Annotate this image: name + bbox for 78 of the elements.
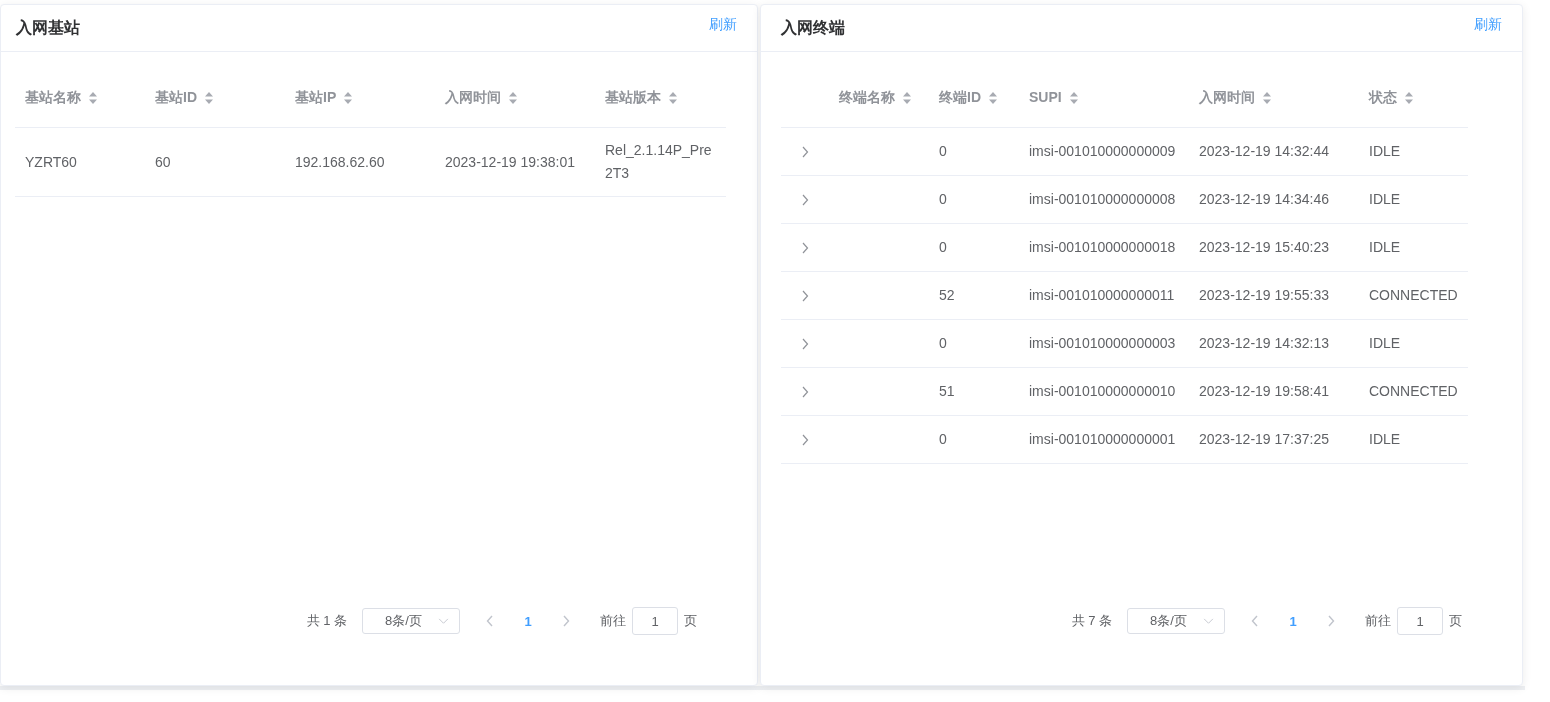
table-cell-text: 2023-12-19 17:37:25 bbox=[1199, 430, 1329, 449]
panel-title: 入网基站 bbox=[16, 17, 80, 38]
table-cell-text: 2023-12-19 14:34:46 bbox=[1199, 190, 1329, 209]
column-header[interactable]: 入网时间 bbox=[445, 86, 518, 109]
table-cell-text: 0 bbox=[939, 334, 947, 353]
table-cell-text: imsi-001010000000008 bbox=[1029, 190, 1176, 209]
table-cell-text: 2023-12-19 14:32:44 bbox=[1199, 142, 1329, 161]
page-input-field[interactable]: 1 bbox=[632, 607, 678, 635]
table-cell-text: 2023-12-19 15:40:23 bbox=[1199, 238, 1329, 257]
table-cell-text: Rel_2.1.14P_Pre2T3 bbox=[605, 141, 713, 183]
table-cell-text: 51 bbox=[939, 382, 955, 401]
table-cell-text: CONNECTED bbox=[1369, 286, 1458, 305]
table-cell-text: 2023-12-19 19:38:01 bbox=[445, 152, 575, 172]
sort-icon[interactable] bbox=[1404, 90, 1414, 105]
sort-icon[interactable] bbox=[88, 90, 98, 105]
page-number[interactable]: 1 bbox=[498, 612, 558, 630]
table-cell-text: CONNECTED bbox=[1369, 382, 1458, 401]
sort-icon[interactable] bbox=[1262, 90, 1272, 105]
column-header[interactable]: 基站名称 bbox=[25, 86, 98, 109]
page-input-field[interactable]: 1 bbox=[1397, 607, 1443, 635]
table-cell-text: imsi-001010000000011 bbox=[1029, 286, 1175, 305]
table-cell-text: 2023-12-19 14:32:13 bbox=[1199, 334, 1329, 353]
table-cell-text: IDLE bbox=[1369, 142, 1401, 161]
chevron-icon[interactable] bbox=[801, 145, 809, 158]
table-cell-text: 2023-12-19 19:55:33 bbox=[1199, 286, 1329, 305]
column-header[interactable]: 基站IP bbox=[295, 86, 354, 109]
page-suffix: 页 bbox=[1449, 612, 1462, 630]
table-cell-text: imsi-001010000000001 bbox=[1029, 430, 1176, 449]
table-cell-text: 2023-12-19 19:58:41 bbox=[1199, 382, 1329, 401]
dropdown-icon bbox=[438, 617, 449, 625]
chevron-icon[interactable] bbox=[801, 385, 809, 398]
page-size-select[interactable]: 8条/页 bbox=[1127, 608, 1225, 634]
table-cell-text: YZRT60 bbox=[25, 152, 77, 172]
page-size-select[interactable]: 8条/页 bbox=[362, 608, 460, 634]
column-header[interactable]: 基站ID bbox=[155, 86, 214, 109]
refresh-link[interactable]: 刷新 bbox=[709, 16, 737, 34]
chevron-icon[interactable] bbox=[801, 193, 809, 206]
column-header[interactable]: 终端ID bbox=[939, 86, 998, 109]
column-header[interactable]: 终端名称 bbox=[839, 86, 912, 109]
table-cell-text: imsi-001010000000010 bbox=[1029, 382, 1176, 401]
column-header[interactable]: SUPI bbox=[1029, 86, 1079, 109]
column-header[interactable]: 状态 bbox=[1369, 86, 1414, 109]
goto-label: 前往 bbox=[600, 612, 626, 630]
table-cell-text: IDLE bbox=[1369, 238, 1401, 257]
table-cell-text: IDLE bbox=[1369, 430, 1401, 449]
table-cell-text: 0 bbox=[939, 142, 947, 161]
sort-icon[interactable] bbox=[508, 90, 518, 105]
chevron-icon[interactable] bbox=[801, 433, 809, 446]
sort-icon[interactable] bbox=[902, 90, 912, 105]
table-cell-text: 0 bbox=[939, 430, 947, 449]
table-cell-text: 0 bbox=[939, 238, 947, 257]
chevron-icon[interactable] bbox=[801, 241, 809, 254]
panel-title: 入网终端 bbox=[781, 17, 845, 38]
total-count: 共 7 条 bbox=[1071, 612, 1112, 630]
table-cell-text: 52 bbox=[939, 286, 955, 305]
column-header[interactable]: 入网时间 bbox=[1199, 86, 1272, 109]
chevron-icon[interactable] bbox=[801, 289, 809, 302]
page-suffix: 页 bbox=[684, 612, 697, 630]
table-cell-text: 0 bbox=[939, 190, 947, 209]
column-header[interactable]: 基站版本 bbox=[605, 86, 678, 109]
sort-icon[interactable] bbox=[1068, 90, 1079, 105]
sort-icon[interactable] bbox=[668, 90, 678, 105]
table-cell-text: IDLE bbox=[1369, 334, 1401, 353]
sort-icon[interactable] bbox=[204, 90, 214, 105]
sort-icon[interactable] bbox=[988, 90, 998, 105]
total-count: 共 1 条 bbox=[306, 612, 347, 630]
table-cell-text: 192.168.62.60 bbox=[295, 152, 385, 172]
dropdown-icon bbox=[1203, 617, 1214, 625]
chevron-icon[interactable] bbox=[801, 337, 809, 350]
sort-icon[interactable] bbox=[343, 90, 354, 105]
table-cell-text: imsi-001010000000009 bbox=[1029, 142, 1176, 161]
table-cell-text: imsi-001010000000003 bbox=[1029, 334, 1176, 353]
table-cell-text: 60 bbox=[155, 152, 171, 172]
goto-label: 前往 bbox=[1365, 612, 1391, 630]
page-number[interactable]: 1 bbox=[1263, 612, 1323, 630]
table-cell-text: IDLE bbox=[1369, 190, 1401, 209]
refresh-link[interactable]: 刷新 bbox=[1474, 16, 1502, 34]
table-cell-text: imsi-001010000000018 bbox=[1029, 238, 1176, 257]
